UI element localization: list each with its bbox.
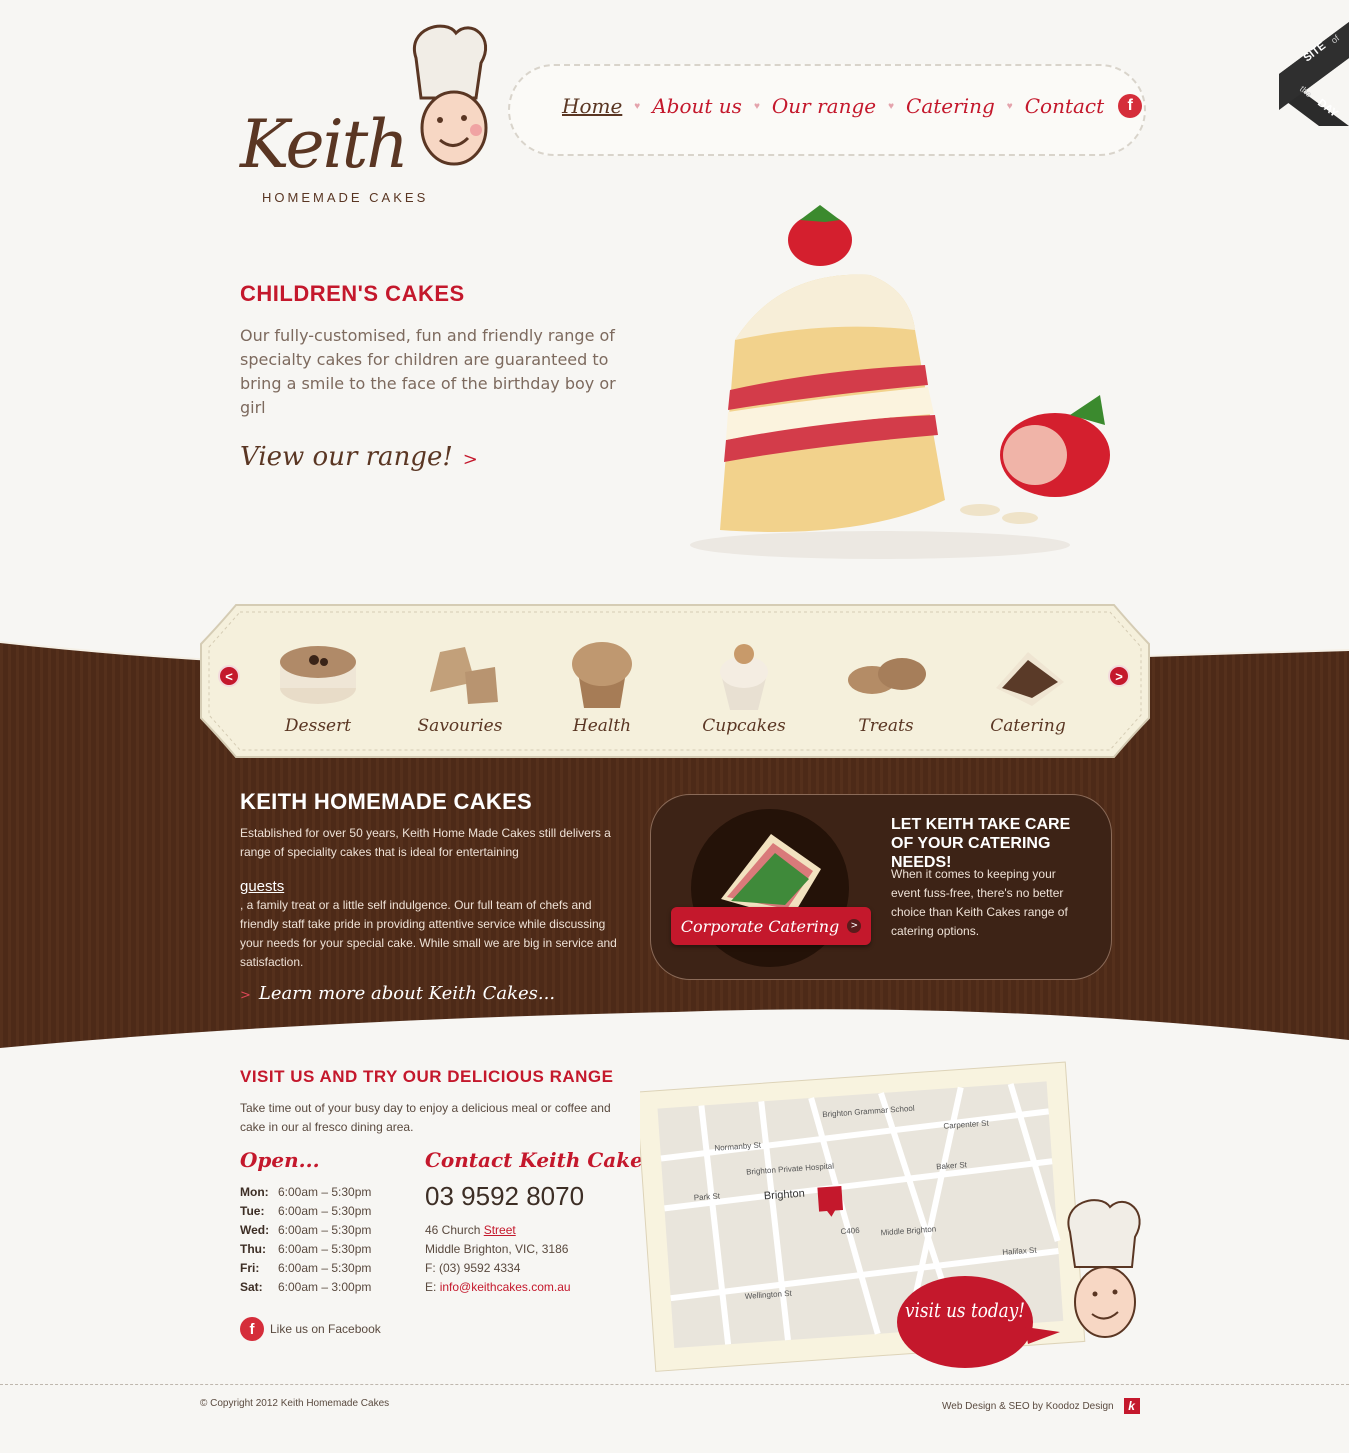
facebook-icon: f <box>240 1317 264 1341</box>
brand-tagline: HOMEMADE CAKES <box>262 190 429 205</box>
facebook-like-label: Like us on Facebook <box>270 1322 381 1336</box>
facebook-icon[interactable]: f <box>1118 94 1143 118</box>
catering-text: When it comes to keeping your event fuss… <box>891 867 1068 938</box>
hours-time: 6:00am – 5:30pm <box>278 1185 372 1199</box>
brand-name: Keith <box>240 106 409 183</box>
hours-row: Fri: 6:00am – 5:30pm <box>240 1259 371 1278</box>
hours-row: Wed: 6:00am – 5:30pm <box>240 1221 371 1240</box>
corporate-catering-button[interactable]: Corporate Catering > <box>671 907 871 945</box>
about-paragraph-2: , a family treat or a little self indulg… <box>240 898 617 969</box>
treats-icon <box>848 658 926 694</box>
carousel-label: Savouries <box>417 716 503 736</box>
learn-more-label: Learn more about Keith Cakes... <box>258 983 556 1004</box>
nav-catering[interactable]: Catering <box>906 94 995 118</box>
address-line-2: Middle Brighton, VIC, 3186 <box>425 1242 569 1256</box>
learn-more-link[interactable]: > Learn more about Keith Cakes... <box>240 983 555 1004</box>
carousel-label: Cupcakes <box>702 716 786 736</box>
site-of-the-day-badge[interactable]: SITE of the DAY <box>1279 22 1349 126</box>
hours-day: Thu: <box>240 1242 266 1256</box>
nav-contact[interactable]: Contact <box>1025 94 1104 118</box>
catering-promo: Corporate Catering > LET KEITH TAKE CARE … <box>650 794 1112 980</box>
about-title: KEITH HOMEMADE CAKES <box>240 789 533 814</box>
email-link[interactable]: info@keithcakes.com.au <box>440 1280 571 1294</box>
hours-time: 6:00am – 5:30pm <box>278 1242 372 1256</box>
map-label: C406 <box>840 1226 860 1236</box>
hours-row: Thu: 6:00am – 5:30pm <box>240 1240 371 1259</box>
facebook-like-link[interactable]: f Like us on Facebook <box>240 1317 381 1341</box>
chevron-right-icon: > <box>462 449 478 470</box>
hours-time: 6:00am – 5:30pm <box>278 1261 372 1275</box>
contact-address: 46 Church Street Middle Brighton, VIC, 3… <box>425 1221 571 1297</box>
heart-separator-icon: ♥ <box>1006 100 1013 112</box>
chevron-right-icon: > <box>240 988 251 1003</box>
hours-row: Mon: 6:00am – 5:30pm <box>240 1183 371 1202</box>
hours-time: 6:00am – 3:00pm <box>278 1280 372 1294</box>
carousel-prev-button[interactable]: < <box>218 665 240 687</box>
hours-row: Tue: 6:00am – 5:30pm <box>240 1202 371 1221</box>
visit-us-bubble[interactable] <box>897 1276 1033 1368</box>
carousel-next-button[interactable]: > <box>1108 665 1130 687</box>
cupcake-icon <box>720 644 768 710</box>
hours-day: Sat: <box>240 1280 263 1294</box>
credits-label: Web Design & SEO by Koodoz Design <box>942 1400 1114 1412</box>
hero-title: CHILDREN'S CAKES <box>240 281 465 306</box>
visit-us-text: visit us today! <box>905 1298 1025 1322</box>
contact-title: Contact Keith Cakes <box>425 1148 655 1172</box>
street-link[interactable]: Street <box>484 1223 516 1237</box>
hours-time: 6:00am – 5:30pm <box>278 1223 372 1237</box>
product-carousel: < > Dessert Savouries Health Cupcakes Tr… <box>200 604 1150 758</box>
carousel-label: Health <box>572 716 632 736</box>
visit-title: VISIT US AND TRY OUR DELICIOUS RANGE <box>240 1067 614 1086</box>
about-paragraph-1: Established for over 50 years, Keith Hom… <box>240 826 611 859</box>
visit-text: Take time out of your busy day to enjoy … <box>240 1101 611 1134</box>
nav-about-us[interactable]: About us <box>652 94 742 118</box>
hours-day: Mon: <box>240 1185 269 1199</box>
heart-separator-icon: ♥ <box>634 100 641 112</box>
muffin-icon <box>572 642 632 708</box>
heart-separator-icon: ♥ <box>888 100 895 112</box>
cake-slice-image <box>690 205 1110 559</box>
sandwich-icon <box>996 652 1064 706</box>
heart-separator-icon: ♥ <box>753 100 760 112</box>
catering-title: LET KEITH TAKE CARE OF YOUR CATERING NEE… <box>891 816 1071 871</box>
hours-day: Wed: <box>240 1223 270 1237</box>
view-range-label: View our range! <box>240 442 453 472</box>
hours-day: Tue: <box>240 1204 265 1218</box>
savouries-icon <box>430 647 498 704</box>
map-label: Park St <box>693 1191 721 1202</box>
koodoz-logo-icon: k <box>1123 1398 1140 1414</box>
hours-day: Fri: <box>240 1261 260 1275</box>
dessert-icon <box>280 646 356 704</box>
hours-time: 6:00am – 5:30pm <box>278 1204 372 1218</box>
brand-logo[interactable]: Keith HOMEMADE CAKES <box>236 18 496 218</box>
opening-hours-title: Open... <box>240 1148 320 1172</box>
fax-number: F: (03) 9592 4334 <box>425 1261 521 1275</box>
location-map[interactable]: Brighton Grammar School Normanby St Brig… <box>640 1052 1160 1392</box>
main-nav: Home ♥ About us ♥ Our range ♥ Catering ♥ Con… <box>508 64 1146 156</box>
guests-link[interactable]: guests <box>240 878 284 895</box>
email-prefix: E: <box>425 1280 437 1294</box>
copyright-text: © Copyright 2012 Keith Homemade Cakes <box>200 1398 390 1409</box>
hours-row: Sat: 6:00am – 3:00pm <box>240 1278 371 1297</box>
footer-divider <box>0 1384 1349 1385</box>
carousel-label: Catering <box>990 716 1066 736</box>
design-credits-link[interactable]: Web Design & SEO by Koodoz Design k <box>942 1398 1140 1414</box>
opening-hours-list: Mon: 6:00am – 5:30pm Tue: 6:00am – 5:30pm … <box>240 1183 371 1297</box>
hero-text: Our fully-customised, fun and friendly r… <box>240 326 616 417</box>
carousel-label: Treats <box>858 716 914 736</box>
nav-home[interactable]: Home <box>562 94 622 118</box>
view-range-link[interactable]: View our range! > <box>240 442 478 472</box>
address-line-1: 46 Church <box>425 1223 481 1237</box>
chevron-right-icon: > <box>847 919 862 933</box>
nav-our-range[interactable]: Our range <box>772 94 876 118</box>
carousel-label: Dessert <box>284 716 352 736</box>
phone-number[interactable]: 03 9592 8070 <box>425 1181 584 1212</box>
corporate-catering-label: Corporate Catering <box>680 916 840 936</box>
